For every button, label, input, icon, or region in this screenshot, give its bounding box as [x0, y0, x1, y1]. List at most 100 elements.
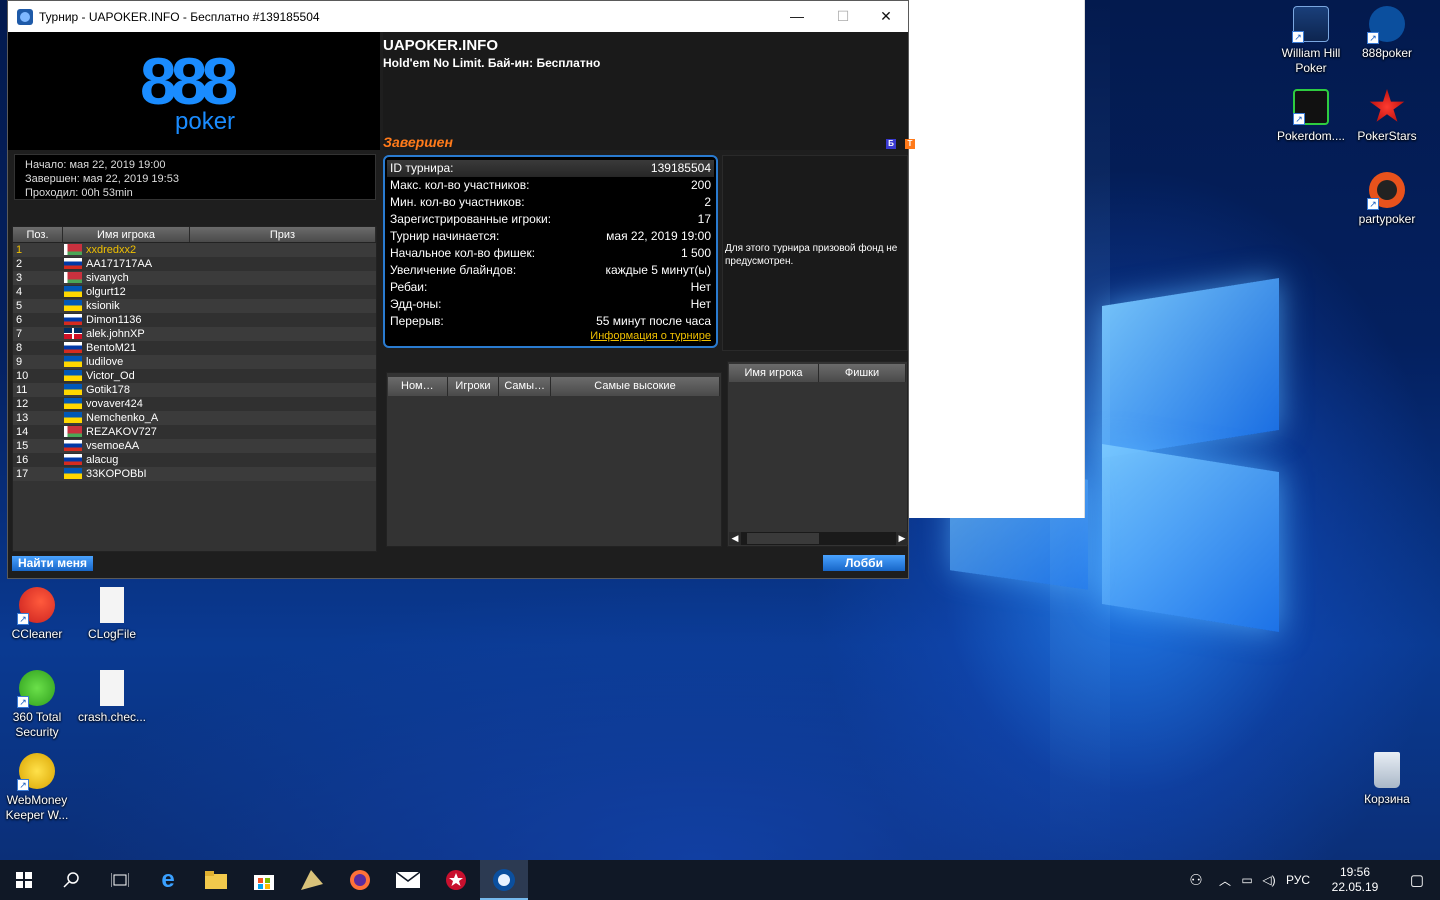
taskbar-edge[interactable]: e [144, 860, 192, 900]
table-row[interactable]: 11 Gotik178 [13, 383, 376, 397]
close-button[interactable]: ✕ [863, 1, 909, 32]
desktop-icon-label: 888poker [1361, 46, 1413, 60]
players-table-header: Поз. Имя игрока Приз [13, 227, 376, 243]
taskbar-888poker[interactable] [480, 860, 528, 900]
desktop-icon-clogfile[interactable]: CLogFile [72, 587, 152, 642]
table-row[interactable]: 6 Dimon1136 [13, 313, 376, 327]
taskbar-explorer[interactable] [192, 860, 240, 900]
network-icon[interactable]: ▭ [1236, 873, 1258, 887]
desktop-icon-williamhill[interactable]: ↗ William Hill Poker [1271, 6, 1351, 76]
language-indicator[interactable]: РУС [1280, 873, 1316, 887]
notifications-icon[interactable]: ▢ [1394, 871, 1440, 889]
table-row[interactable]: 9 ludilove [13, 355, 376, 369]
horizontal-scrollbar[interactable]: ◀ ▶ [729, 532, 908, 545]
background-window[interactable] [880, 0, 1085, 518]
desktop-icon-label: 360 Total Security [12, 710, 62, 739]
player-position: 6 [16, 314, 23, 326]
table-row[interactable]: 2 AA171717AA [13, 257, 376, 271]
desktop-icon-pokerdom[interactable]: ↗ Pokerdom.... [1271, 89, 1351, 144]
scroll-left-icon[interactable]: ◀ [729, 532, 741, 545]
chevron-up-icon[interactable]: ︿ [1214, 872, 1236, 889]
maximize-button[interactable]: ☐ [820, 1, 866, 32]
start-button[interactable] [0, 860, 48, 900]
table-row[interactable]: 3 sivanych [13, 271, 376, 285]
table-row[interactable]: 10 Victor_Od [13, 369, 376, 383]
player-position: 9 [16, 356, 23, 368]
volume-icon[interactable]: ◁) [1258, 873, 1280, 887]
desktop-icon-pokerstars[interactable]: PokerStars [1347, 89, 1427, 144]
detail-label: Увеличение блайндов: [390, 263, 517, 277]
minimize-button[interactable]: — [774, 1, 820, 32]
desktop-icon-ccleaner[interactable]: ↗ CCleaner [0, 587, 77, 642]
task-view-button[interactable] [96, 860, 144, 900]
table-row[interactable]: 5 ksionik [13, 299, 376, 313]
desktop-icon-webmoney[interactable]: ↗ WebMoney Keeper W... [0, 753, 77, 823]
find-me-button[interactable]: Найти меня [12, 556, 93, 571]
column-header-table-number[interactable]: Ном… [388, 377, 448, 396]
tournament-info-link[interactable]: Информация о турнире [590, 330, 711, 342]
flag-icon [64, 412, 82, 423]
tables-list[interactable]: Ном… Игроки Самы… Самые высокие [386, 372, 722, 547]
clock[interactable]: 19:56 22.05.19 [1316, 865, 1394, 895]
column-header-players[interactable]: Игроки [448, 377, 500, 396]
badge-b[interactable]: Б [886, 139, 896, 149]
taskbar-mail[interactable] [384, 860, 432, 900]
table-row[interactable]: 17 33KOPOBbI [13, 467, 376, 481]
table-row[interactable]: 14 REZAKOV727 [13, 425, 376, 439]
badge-t[interactable]: T [905, 139, 915, 149]
detail-label: Ребаи: [390, 280, 428, 294]
flag-icon [64, 286, 82, 297]
column-header-player-name[interactable]: Имя игрока [729, 364, 819, 382]
logo-word: poker [175, 108, 236, 135]
flag-icon [64, 398, 82, 409]
desktop-icon-360-total-security[interactable]: ↗ 360 Total Security [0, 670, 77, 740]
player-name: BentoM21 [86, 342, 137, 354]
table-row[interactable]: 12 vovaver424 [13, 397, 376, 411]
column-header-player-name[interactable]: Имя игрока [63, 227, 190, 242]
desktop-icon-recycle-bin[interactable]: Корзина [1347, 752, 1427, 807]
detail-value: 139185504 [650, 161, 711, 175]
desktop-icon-crash-file[interactable]: crash.chec... [72, 670, 152, 725]
table-row[interactable]: 15 vsemoeAA [13, 439, 376, 453]
flag-icon [64, 426, 82, 437]
player-name: Dimon1136 [86, 314, 142, 326]
scroll-thumb[interactable] [747, 533, 819, 544]
title-bar[interactable]: Турнир - UAPOKER.INFO - Бесплатно #13918… [8, 1, 908, 32]
windows-icon [16, 872, 32, 888]
people-icon[interactable]: ⚇ [1178, 871, 1214, 889]
detail-label: Турнир начинается: [390, 229, 500, 243]
scroll-right-icon[interactable]: ▶ [896, 532, 908, 545]
start-date: Начало: мая 22, 2019 19:00 [25, 159, 166, 171]
desktop-icon-888poker[interactable]: ↗ 888poker [1347, 6, 1427, 61]
lobby-button[interactable]: Лобби [823, 555, 905, 571]
column-header-lowest[interactable]: Самы… [499, 377, 552, 396]
detail-row: Ребаи: Нет [390, 279, 711, 296]
players-table[interactable]: Поз. Имя игрока Приз 1 xxdredxx2 2 AA171717… [12, 226, 377, 552]
taskbar-pokerstars[interactable] [432, 860, 480, 900]
desktop-icon-partypoker[interactable]: ↗ partypoker [1347, 172, 1427, 227]
taskbar-app[interactable] [288, 860, 336, 900]
table-row[interactable]: 8 BentoM21 [13, 341, 376, 355]
player-name: vovaver424 [86, 398, 143, 410]
player-position: 16 [16, 454, 29, 466]
player-name: xxdredxx2 [86, 244, 137, 256]
table-row[interactable]: 1 xxdredxx2 [13, 243, 376, 257]
table-row[interactable]: 7 alek.johnXP [13, 327, 376, 341]
player-position: 1 [16, 244, 23, 256]
table-row[interactable]: 13 Nemchenko_A [13, 411, 376, 425]
column-header-position[interactable]: Поз. [13, 227, 63, 242]
taskbar-store[interactable] [240, 860, 288, 900]
desktop-icon-label: PokerStars [1357, 129, 1417, 143]
column-header-highest[interactable]: Самые высокие [551, 377, 720, 396]
table-row[interactable]: 4 olgurt12 [13, 285, 376, 299]
column-header-chips[interactable]: Фишки [819, 364, 906, 382]
flag-icon [64, 272, 82, 283]
table-row[interactable]: 16 alacug [13, 453, 376, 467]
player-name: Nemchenko_A [86, 412, 159, 424]
taskbar-firefox[interactable] [336, 860, 384, 900]
chips-list[interactable]: Имя игрока Фишки ◀ ▶ [727, 361, 908, 547]
partypoker-icon: ↗ [1367, 172, 1405, 210]
detail-value: Нет [690, 297, 711, 311]
column-header-prize[interactable]: Приз [190, 227, 376, 242]
search-button[interactable] [48, 860, 96, 900]
